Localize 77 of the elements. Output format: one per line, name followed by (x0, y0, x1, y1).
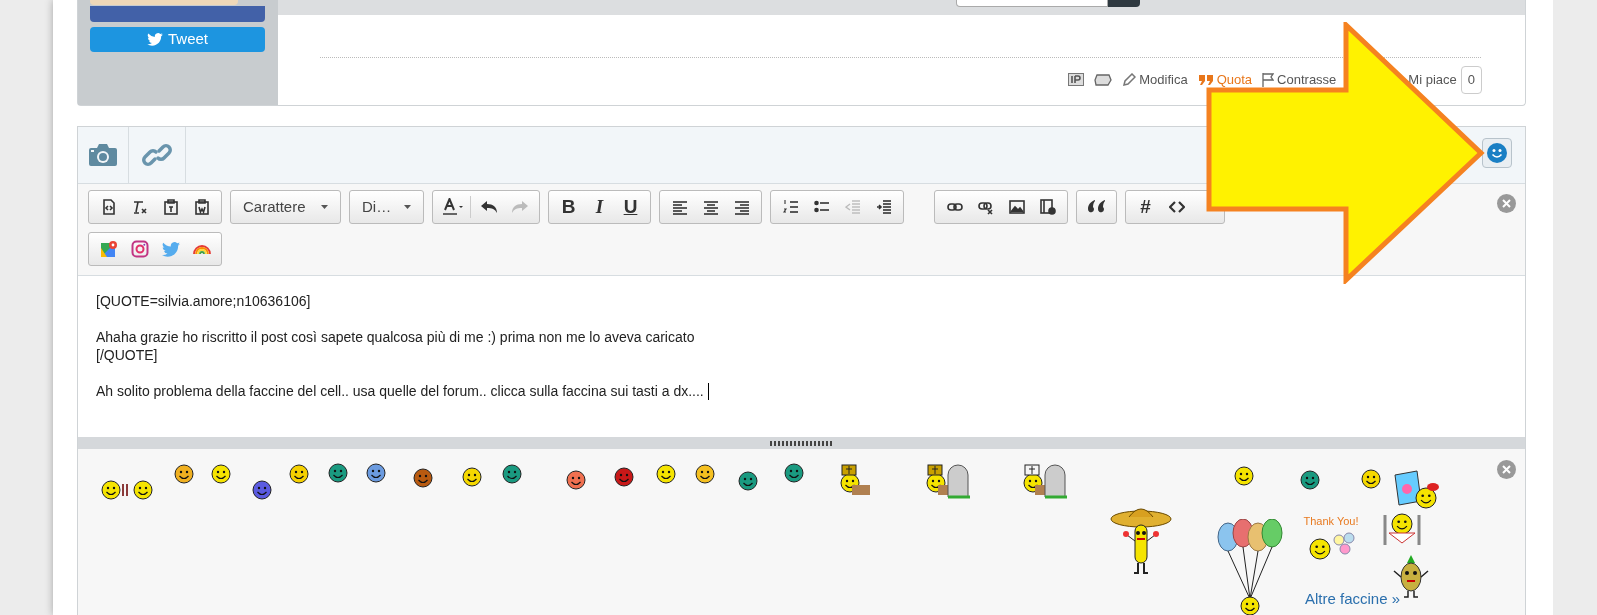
underline-button[interactable]: U (615, 193, 646, 221)
italic-button[interactable]: I (584, 193, 615, 221)
thank-you-text: Thank You! (1303, 514, 1359, 529)
text-color-icon (441, 198, 464, 216)
clipboard-icon (193, 199, 210, 215)
hugging-smilies-icon[interactable] (101, 480, 153, 500)
hashtag-button[interactable]: # (1130, 193, 1161, 221)
caret-icon (321, 205, 328, 209)
smiley-icon[interactable] (211, 464, 231, 484)
painter-smiley-drawing[interactable] (1391, 469, 1441, 511)
smiley-icon[interactable] (1234, 466, 1254, 486)
post-action-link[interactable]: Modifica (1122, 70, 1188, 90)
smiley-icon[interactable] (566, 470, 586, 490)
resize-handle[interactable] (770, 440, 833, 446)
caret-icon (404, 205, 411, 209)
close-icon[interactable] (1497, 194, 1516, 213)
video-icon (1039, 199, 1056, 215)
smiley-icon[interactable] (695, 464, 715, 484)
camera-icon (88, 143, 118, 167)
link-icon (142, 141, 172, 169)
outdent-icon (844, 199, 861, 215)
smiley-icon[interactable] (1361, 469, 1381, 489)
image-icon (1008, 199, 1025, 215)
close-icon[interactable] (1497, 460, 1516, 479)
indent-icon (875, 199, 892, 215)
eraser-icon[interactable] (1094, 73, 1113, 86)
bold-button[interactable]: B (553, 193, 584, 221)
smiley-icon[interactable] (1300, 470, 1320, 490)
code-icon (1168, 199, 1185, 215)
text-line: [/QUOTE] (96, 345, 158, 365)
bird-icon (161, 241, 180, 257)
quote-icon (1086, 199, 1107, 215)
text-line: [QUOTE=silvia.amore;n10636106] (96, 291, 311, 311)
clipboard-icon (162, 199, 179, 215)
smiley-icon[interactable] (413, 468, 433, 488)
document-icon (100, 199, 117, 215)
smiley-icon[interactable] (502, 464, 522, 484)
numbered-list-icon (782, 199, 799, 215)
size-dropdown[interactable]: Di… (349, 190, 424, 224)
smiley-icon (1487, 143, 1507, 163)
smiley-icon[interactable] (784, 463, 804, 483)
map-icon (99, 240, 118, 258)
redo-icon (510, 200, 529, 214)
quote-icon (1197, 73, 1214, 86)
smiley-icon[interactable] (174, 464, 194, 484)
clear-format-icon (131, 199, 148, 215)
undo-icon (479, 200, 498, 214)
font-dropdown[interactable]: Carattere (230, 190, 341, 224)
smiley-button[interactable] (1482, 138, 1512, 168)
smiley-icon[interactable] (366, 463, 386, 483)
ip-icon[interactable] (1068, 73, 1085, 87)
text-line: Ah solito problema della faccine del cell.. usa quelle del forum.. clicca sulla faccina sui tasti a dx.... (96, 381, 704, 401)
more-smilies-link[interactable]: Altre faccine » (1305, 588, 1401, 611)
align-center-icon (702, 199, 719, 215)
balloon-smiley-drawing[interactable] (1216, 519, 1284, 615)
smiley-icon[interactable] (289, 464, 309, 484)
pineapple-drawing[interactable] (1391, 555, 1431, 599)
bird-icon (147, 33, 163, 46)
text-cursor (707, 382, 709, 400)
smiley-icon[interactable] (462, 467, 482, 487)
post-action-link[interactable]: Mi piace (1408, 70, 1457, 90)
smiley-icon[interactable] (328, 463, 348, 483)
align-right-icon (733, 199, 750, 215)
smiley-icon[interactable] (738, 471, 758, 491)
align-left-icon (671, 199, 688, 215)
rainbow-icon (192, 243, 211, 255)
text-line: Ahaha grazie ho riscritto il post così sapete qualcosa più di me :) prima non me lo aveva caricato (96, 327, 695, 347)
post-action-link[interactable]: Contrasse (1262, 70, 1337, 90)
bullet-list-icon (813, 199, 830, 215)
pencil-icon (1122, 72, 1137, 87)
flag-icon (1262, 72, 1275, 87)
smiley-icon[interactable] (252, 480, 272, 500)
like-count: 0 (1460, 66, 1482, 94)
instagram-icon (130, 240, 149, 258)
unlink-icon (977, 199, 994, 215)
smiley-icon[interactable] (614, 467, 634, 487)
smiley-icon[interactable] (656, 464, 676, 484)
